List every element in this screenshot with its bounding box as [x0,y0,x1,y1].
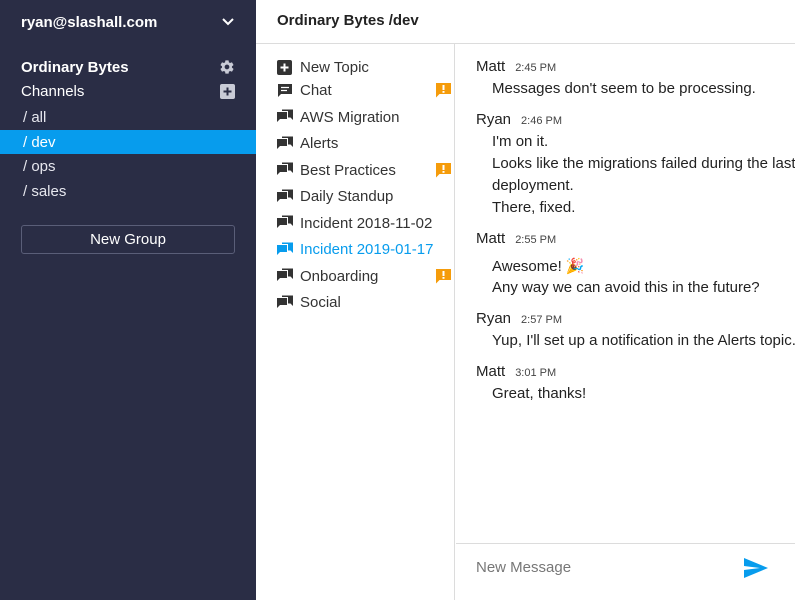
topic-label: Chat [300,82,332,99]
chat-bubble-icon [276,215,293,232]
topic-item-daily-standup[interactable]: Daily Standup [276,186,451,208]
topic-item-best-practices[interactable]: Best Practices [276,159,451,181]
sidebar: ryan@slashall.com Ordinary Bytes Channel… [0,0,256,600]
topic-label: Incident 2018-11-02 [300,214,433,232]
chat-bubble-icon [276,188,293,205]
topic-label: Onboarding [300,267,379,285]
topic-item-onboarding[interactable]: Onboarding [276,265,451,287]
account-email: ryan@slashall.com [21,13,158,31]
alert-badge-icon [435,83,451,99]
account-switcher[interactable]: ryan@slashall.com [21,12,235,32]
topic-label: Social [300,294,341,311]
channel-dev[interactable]: / dev [0,129,256,155]
send-icon[interactable] [741,555,771,581]
topic-item-incident-2018-11-02[interactable]: Incident 2018-11-02 [276,212,451,234]
message-composer [456,543,795,600]
channels-label: Channels [21,82,85,100]
message-author: Matt [476,363,506,380]
page-title: Ordinary Bytes /dev [277,12,419,29]
message-header: Matt 3:01 PM [476,363,556,380]
message-time: 2:45 PM [515,62,557,74]
chat-bubble-icon [276,162,293,179]
topic-item-alerts[interactable]: Alerts [276,133,451,155]
new-group-button[interactable]: New Group [21,225,235,254]
plus-square-icon [276,59,293,76]
message-header: Matt 2:55 PM [476,230,556,247]
channel-all[interactable]: / all [0,105,256,130]
topic-label: Incident 2019-01-17 [300,241,434,258]
message-time: 2:46 PM [521,115,562,127]
message-author: Ryan [476,111,512,128]
channel-sales[interactable]: / sales [0,179,256,204]
message-author: Matt [476,230,506,247]
topic-item-chat[interactable]: Chat [276,80,451,102]
chat-bubble-icon [276,82,293,99]
message-text: Awesome! 🎉 [492,258,585,275]
group-name: Ordinary Bytes [21,58,129,76]
topic-item-incident-2019-01-17[interactable]: Incident 2019-01-17 [276,239,451,261]
alert-badge-icon [435,162,451,178]
message-header: Ryan 2:46 PM [476,111,562,128]
channel-ops[interactable]: / ops [0,154,256,179]
new-topic-label: New Topic [300,58,369,76]
chevron-down-icon[interactable] [221,15,235,29]
topic-item-aws-migration[interactable]: AWS Migration [276,106,451,128]
chat-bubble-icon [276,109,293,126]
message-header: Ryan 2:57 PM [476,310,562,327]
channel-list: / all / dev / ops / sales [0,105,256,204]
message-time: 3:01 PM [515,367,557,379]
message-text: Great, thanks! [492,385,587,402]
message-author: Ryan [476,310,512,327]
message-header: Matt 2:45 PM [476,58,556,75]
message-time: 2:55 PM [515,234,557,246]
gear-icon[interactable] [219,59,235,75]
message-text: Any way we can avoid this in the future? [492,279,760,296]
message-text: I'm on it. [492,133,549,150]
message-author: Matt [476,58,506,75]
topic-item-social[interactable]: Social [276,292,451,314]
topic-label: Daily Standup [300,188,394,205]
header: Ordinary Bytes /dev [256,0,795,44]
new-topic-button[interactable]: New Topic [276,56,451,78]
message-text: Messages don't seem to be processing. [492,80,756,97]
message-text: Yup, I'll set up a notification in the A… [492,332,795,349]
message-text: deployment. [492,177,574,194]
chat-bubble-icon [276,135,293,152]
message-text: Looks like the migrations failed during … [492,155,795,172]
chat-bubble-icon [276,268,293,285]
chat-bubble-icon [276,241,293,258]
chat-bubble-icon [276,294,293,311]
group-header: Ordinary Bytes [21,57,235,77]
add-channel-icon[interactable] [219,83,235,99]
new-message-input[interactable] [476,556,736,578]
topic-label: AWS Migration [300,108,400,126]
topic-list: New Topic Chat AWS Migration Alerts Best… [256,44,455,600]
topic-label: Alerts [300,135,339,152]
topic-label: Best Practices [300,161,396,179]
alert-badge-icon [435,268,451,284]
message-time: 2:57 PM [521,314,562,326]
channels-header: Channels [21,81,235,101]
message-text: There, fixed. [492,199,576,216]
message-list: Matt 2:45 PM Messages don't seem to be p… [456,44,795,543]
